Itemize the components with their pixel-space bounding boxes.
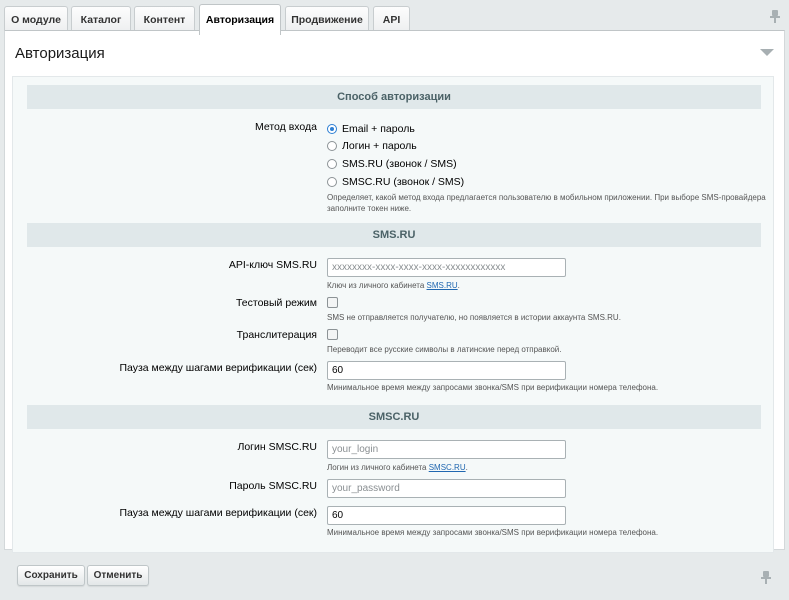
radio-label: Логин + пароль <box>342 140 417 152</box>
smscru-password-label: Пароль SMSC.RU <box>229 480 317 492</box>
page-title: Авторизация <box>15 45 105 62</box>
smscru-password-input[interactable] <box>327 479 566 498</box>
smscru-pause-hint: Минимальное время между запросами звонка… <box>327 528 659 537</box>
method-hint-line1: Определяет, какой метод входа предлагает… <box>327 193 766 202</box>
tab-authorization[interactable]: Авторизация <box>199 4 281 35</box>
tab-catalog[interactable]: Каталог <box>71 6 131 33</box>
radio-icon <box>327 141 337 151</box>
tab-api[interactable]: API <box>373 6 410 33</box>
radio-label: Email + пароль <box>342 123 415 135</box>
method-label: Метод входа <box>255 121 317 133</box>
radio-label: SMS.RU (звонок / SMS) <box>342 158 457 170</box>
radio-label: SMSC.RU (звонок / SMS) <box>342 176 465 188</box>
smscru-login-hint: Логин из личного кабинета SMSC.RU. <box>327 462 468 473</box>
smsru-api-key-hint: Ключ из личного кабинета SMS.RU. <box>327 280 460 291</box>
cancel-button[interactable]: Отменить <box>87 565 149 586</box>
radio-icon <box>327 177 337 187</box>
method-hint-line2: заполните токен ниже. <box>327 204 412 213</box>
smsru-pause-label: Пауза между шагами верификации (сек) <box>119 362 317 374</box>
smscru-pause-label: Пауза между шагами верификации (сек) <box>119 507 317 519</box>
smsru-link[interactable]: SMS.RU <box>427 281 458 290</box>
hint-text: . <box>465 463 468 472</box>
smscru-link[interactable]: SMSC.RU <box>429 463 466 472</box>
radio-login-password[interactable]: Логин + пароль <box>327 140 417 152</box>
radio-icon <box>327 124 337 134</box>
section-header-smscru: SMSC.RU <box>27 405 761 429</box>
smscru-login-label: Логин SMSC.RU <box>237 441 317 453</box>
save-button[interactable]: Сохранить <box>17 565 85 586</box>
translit-checkbox[interactable] <box>327 329 338 340</box>
smsru-api-key-label: API-ключ SMS.RU <box>228 259 317 271</box>
smsru-pause-input[interactable] <box>327 361 566 380</box>
smsru-pause-hint: Минимальное время между запросами звонка… <box>327 383 659 392</box>
test-mode-label: Тестовый режим <box>235 297 317 309</box>
settings-panel: Авторизация Способ авторизации Метод вхо… <box>4 30 785 553</box>
hint-text: Ключ из личного кабинета <box>327 281 427 290</box>
chevron-down-icon[interactable] <box>760 49 774 56</box>
section-header-auth: Способ авторизации <box>27 85 761 109</box>
smsru-api-key-input[interactable] <box>327 258 566 277</box>
pin-icon[interactable] <box>770 10 780 23</box>
hint-text: Логин из личного кабинета <box>327 463 429 472</box>
tab-about[interactable]: О модуле <box>4 6 68 33</box>
test-mode-checkbox[interactable] <box>327 297 338 308</box>
test-mode-hint: SMS не отправляется получателю, но появл… <box>327 313 621 322</box>
settings-content: Способ авторизации Метод входа Email + п… <box>12 76 774 553</box>
tab-promotion[interactable]: Продвижение <box>285 6 369 33</box>
hint-text: . <box>457 281 460 290</box>
translit-label: Транслитерация <box>236 329 317 341</box>
smscru-login-input[interactable] <box>327 440 566 459</box>
radio-email-password[interactable]: Email + пароль <box>327 123 415 135</box>
pin-icon[interactable] <box>761 571 771 584</box>
radio-smscru[interactable]: SMSC.RU (звонок / SMS) <box>327 176 464 188</box>
section-header-smsru: SMS.RU <box>27 223 761 247</box>
tab-content[interactable]: Контент <box>134 6 195 33</box>
translit-hint: Переводит все русские символы в латински… <box>327 345 562 354</box>
radio-icon <box>327 159 337 169</box>
radio-smsru[interactable]: SMS.RU (звонок / SMS) <box>327 158 457 170</box>
smscru-pause-input[interactable] <box>327 506 566 525</box>
